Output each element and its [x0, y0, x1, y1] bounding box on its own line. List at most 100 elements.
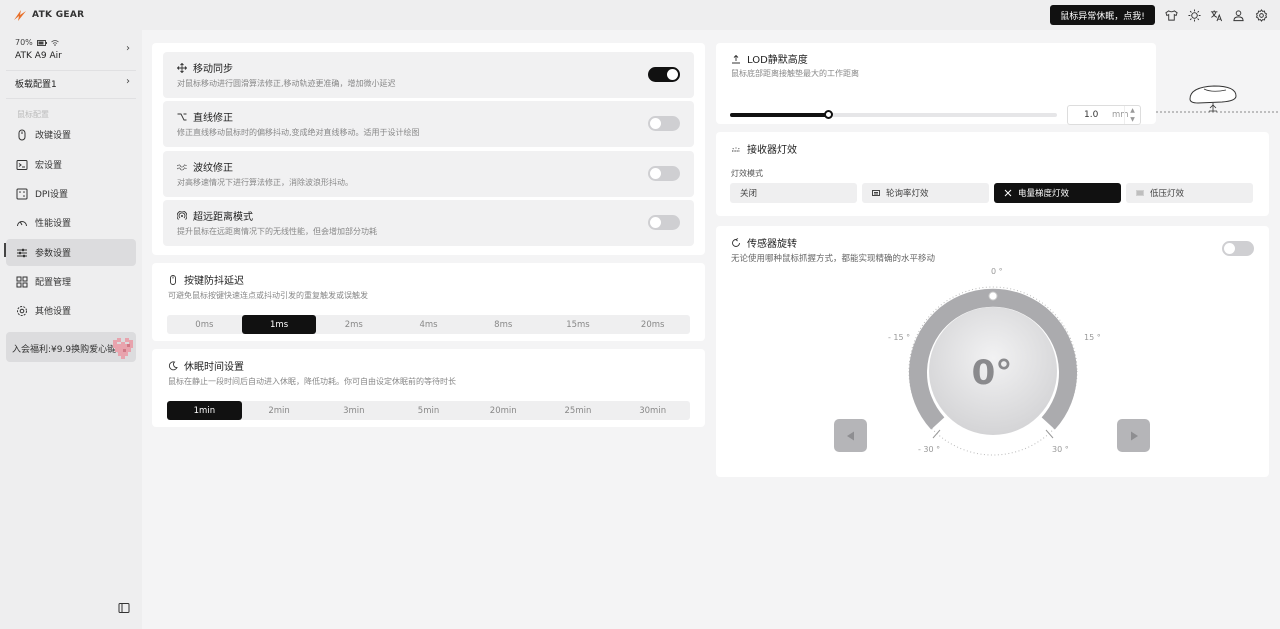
tick-label: 15 ° — [1084, 333, 1101, 342]
option-desc: 修正直线移动鼠标时的偏移抖动,变成绝对直线移动。适用于设计绘图 — [177, 128, 420, 137]
rotate-icon — [732, 237, 740, 247]
debounce-option[interactable]: 2ms — [316, 315, 391, 334]
light-mode-off[interactable]: 关闭 — [730, 183, 857, 203]
battery-percent: 70% — [15, 38, 33, 47]
sidebar-item-other[interactable]: 其他设置 — [6, 297, 136, 324]
option-title: 超远距离模式 — [177, 208, 253, 223]
sidebar-collapse-icon[interactable] — [118, 602, 130, 614]
promo-banner[interactable]: 入会福利:¥9.9换购爱心键帽 — [6, 332, 136, 362]
light-mode-low-voltage[interactable]: 低压灯效 — [1126, 183, 1253, 203]
option-long-range: 超远距离模式 提升鼠标在远距离情况下的无线性能，但会增加部分功耗 — [163, 200, 694, 246]
mouse-icon — [15, 128, 29, 142]
tick-label: - 15 ° — [888, 333, 911, 342]
rotation-angle-value: 0° — [971, 353, 1013, 393]
section-title: 鼠标配置 — [17, 110, 49, 119]
light-mode-polling[interactable]: 轮询率灯效 — [862, 183, 989, 203]
sleep-option[interactable]: 5min — [391, 401, 466, 420]
lod-slider[interactable] — [730, 110, 1057, 119]
sensor-rotation-toggle[interactable] — [1222, 241, 1254, 256]
sidebar-item-performance[interactable]: 性能设置 — [6, 209, 136, 236]
option-title: 移动同步 — [177, 60, 233, 75]
sensor-title: 传感器旋转 — [731, 235, 797, 250]
debounce-option[interactable]: 15ms — [541, 315, 616, 334]
sidebar-item-profiles[interactable]: 配置管理 — [6, 268, 136, 295]
option-desc: 对鼠标移动进行圆滑算法修正,移动轨迹更准确，增加微小延迟 — [177, 79, 396, 88]
shirt-icon[interactable] — [1164, 8, 1178, 22]
divider — [6, 98, 136, 99]
battery-status: 70% — [15, 38, 59, 47]
main-content: 移动同步 对鼠标移动进行圆滑算法修正,移动轨迹更准确，增加微小延迟 直线修正 修… — [142, 30, 1280, 629]
sensor-desc: 无论使用哪种鼠标抓握方式，都能实现精确的水平移动 — [731, 254, 936, 264]
sidebar-item-macro[interactable]: 宏设置 — [6, 151, 136, 178]
user-icon[interactable] — [1231, 8, 1245, 22]
dpi-icon — [15, 187, 29, 201]
sleep-option[interactable]: 30min — [615, 401, 690, 420]
polling-icon — [872, 190, 880, 196]
device-selector[interactable]: 70% ATK A9 Air › — [6, 34, 136, 68]
lod-card: LOD静默高度 鼠标底部距离接触垫最大的工作距离 1.0 mm ▲ ▼ — [716, 43, 1156, 125]
sleep-option[interactable]: 3min — [316, 401, 391, 420]
sidebar-item-label: 宏设置 — [35, 161, 63, 171]
tick-label: 0 ° — [991, 267, 1003, 276]
sleep-option[interactable]: 2min — [242, 401, 317, 420]
sidebar-item-label: 其他设置 — [35, 307, 72, 317]
sidebar-item-dpi[interactable]: DPI设置 — [6, 180, 136, 207]
low-voltage-icon — [1136, 190, 1144, 196]
sleep-card: 休眠时间设置 鼠标在静止一段时间后自动进入休眠，降低功耗。你可自由设定休眠前的等… — [152, 349, 705, 427]
sleep-option[interactable]: 25min — [541, 401, 616, 420]
light-mode-battery[interactable]: 电量梯度灯效 — [994, 183, 1121, 203]
rotate-left-button[interactable] — [834, 419, 867, 452]
long-range-toggle[interactable] — [648, 215, 680, 230]
sleep-option[interactable]: 20min — [466, 401, 541, 420]
pixel-heart-icon — [113, 338, 133, 359]
option-title-text: 直线修正 — [193, 113, 233, 124]
ripple-control-toggle[interactable] — [648, 166, 680, 181]
option-motion-sync: 移动同步 对鼠标移动进行圆滑算法修正,移动轨迹更准确，增加微小延迟 — [163, 52, 694, 98]
light-mode-label: 轮询率灯效 — [886, 189, 929, 199]
lod-slider-thumb[interactable] — [824, 110, 833, 119]
sidebar-item-keymap[interactable]: 改键设置 — [6, 121, 136, 148]
option-title-text: 移动同步 — [193, 64, 233, 75]
motion-sync-toggle[interactable] — [648, 67, 680, 82]
option-title-text: 波纹修正 — [193, 163, 233, 174]
chevron-right-icon: › — [126, 76, 130, 87]
sidebar-item-label: 参数设置 — [35, 249, 72, 259]
sleep-alert-button[interactable]: 鼠标异常休眠，点我! — [1050, 5, 1155, 25]
profile-selector[interactable]: 板载配置1 › — [6, 72, 136, 94]
debounce-option[interactable]: 20ms — [615, 315, 690, 334]
sliders-icon — [15, 246, 29, 260]
debounce-card: 按键防抖延迟 可避免鼠标按键快速连点或抖动引发的重复触发或误触发 0ms 1ms… — [152, 263, 705, 341]
debounce-title-text: 按键防抖延迟 — [184, 276, 244, 287]
tick-label: - 30 ° — [918, 445, 941, 454]
lift-height-icon — [732, 54, 740, 63]
option-desc: 对高移速情况下进行算法修正，消除波浪形抖动。 — [177, 178, 353, 187]
option-desc: 提升鼠标在远距离情况下的无线性能，但会增加部分功耗 — [177, 227, 377, 236]
logo-icon — [14, 10, 26, 21]
sleep-option[interactable]: 1min — [167, 401, 242, 420]
debounce-option[interactable]: 8ms — [466, 315, 541, 334]
gauge-icon — [15, 216, 29, 230]
sidebar-item-label: 配置管理 — [35, 278, 72, 288]
receiver-title: 接收器灯效 — [731, 141, 797, 156]
sensor-title-text: 传感器旋转 — [747, 239, 797, 250]
option-title: 直线修正 — [177, 109, 233, 124]
divider — [6, 70, 136, 71]
promo-label: 入会福利:¥9.9换购爱心键帽 — [12, 345, 126, 355]
gear-icon[interactable] — [1254, 8, 1268, 22]
sidebar-item-parameters[interactable]: 参数设置 — [6, 239, 136, 266]
lod-value-input[interactable]: 1.0 mm ▲ ▼ — [1067, 105, 1141, 125]
wifi-icon — [51, 39, 59, 46]
lod-stepper[interactable]: ▲ ▼ — [1124, 106, 1140, 124]
lod-value: 1.0 — [1084, 110, 1099, 120]
profile-label: 板载配置1 — [15, 80, 57, 90]
debounce-option[interactable]: 4ms — [391, 315, 466, 334]
debounce-option[interactable]: 1ms — [241, 315, 317, 334]
sun-icon[interactable] — [1187, 8, 1201, 22]
rotate-right-button[interactable] — [1117, 419, 1150, 452]
angle-snapping-toggle[interactable] — [648, 116, 680, 131]
translate-icon[interactable] — [1209, 8, 1223, 22]
sleep-title-text: 休眠时间设置 — [184, 362, 244, 373]
option-angle-snapping: 直线修正 修正直线移动鼠标时的偏移抖动,变成绝对直线移动。适用于设计绘图 — [163, 101, 694, 147]
debounce-option[interactable]: 0ms — [167, 315, 242, 334]
logo-text: ATK GEAR — [32, 10, 85, 20]
